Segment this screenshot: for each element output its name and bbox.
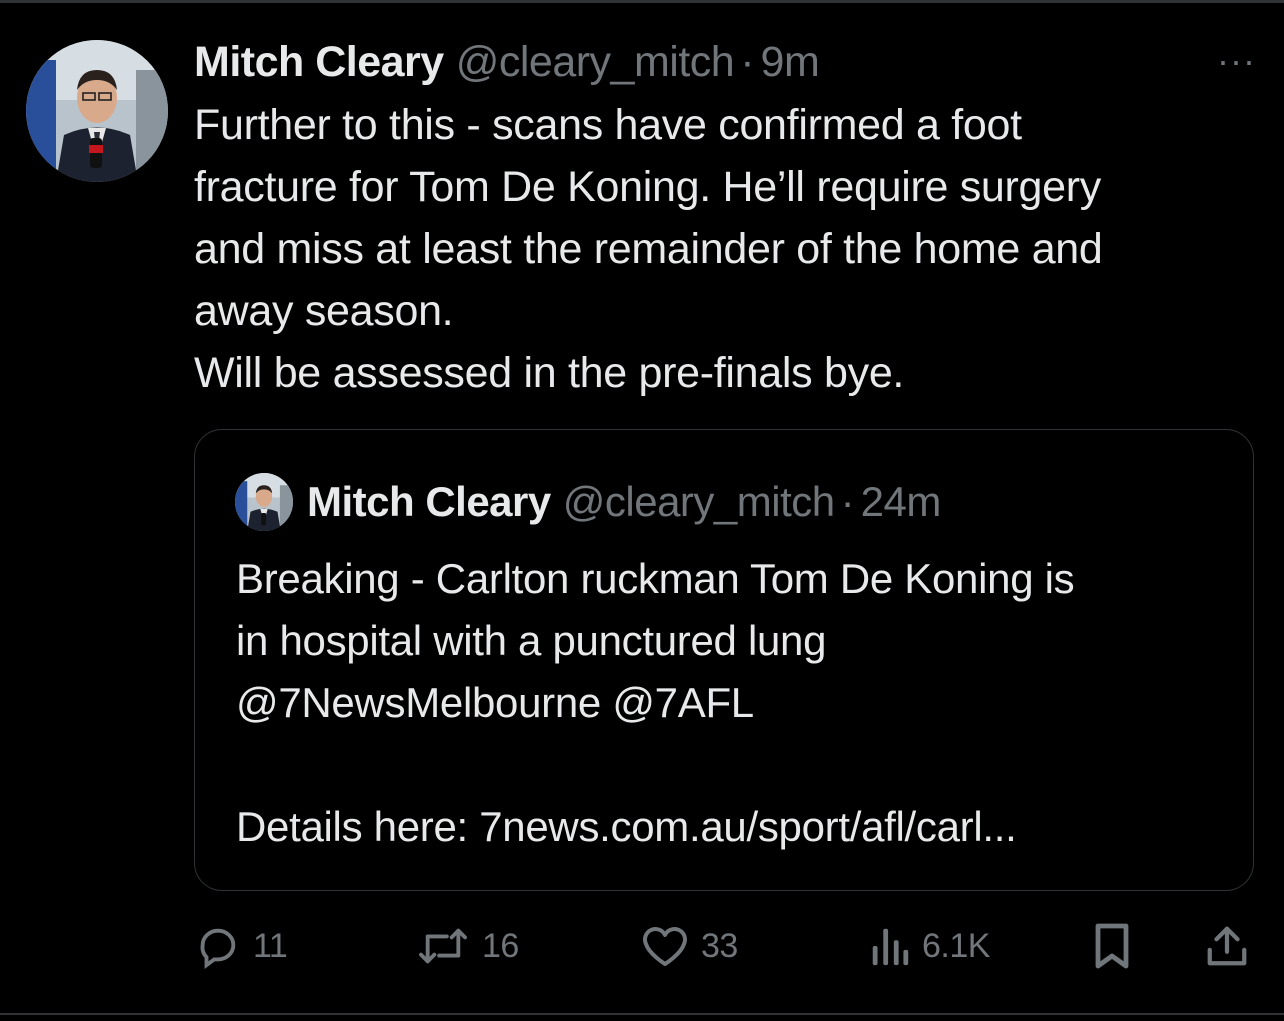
tweet-text-line: fracture for Tom De Koning. He’ll requir…: [194, 163, 1102, 211]
tweet-action-bar: 11 16 33 6.1K: [0, 918, 1284, 974]
like-count: 33: [701, 926, 738, 965]
quoted-text-line: Details here: 7news.com.au/sport/afl/car…: [236, 803, 1017, 850]
quoted-author-handle: @cleary_mitch: [562, 478, 835, 525]
views-button[interactable]: 6.1K: [870, 918, 990, 974]
share-icon: [1204, 922, 1250, 970]
quoted-text-line: @7NewsMelbourne @7AFL: [236, 679, 754, 726]
quoted-text-line: [236, 734, 1236, 796]
tweet-header: Mitch Cleary @cleary_mitch · 9m: [194, 34, 1256, 90]
quoted-author-name: Mitch Cleary: [307, 478, 551, 525]
share-button[interactable]: [1204, 918, 1250, 974]
tweet-text: Further to this - scans have confirmed a…: [194, 94, 1256, 404]
tweet[interactable]: Mitch Cleary @cleary_mitch · 9m ··· Furt…: [194, 34, 1256, 404]
quoted-text-line: Breaking - Carlton ruckman Tom De Koning…: [236, 555, 1075, 602]
repost-count: 16: [482, 926, 519, 965]
repost-button[interactable]: 16: [416, 918, 519, 974]
top-divider: [0, 0, 1284, 3]
tweet-text-line: Will be assessed in the pre-finals bye.: [194, 349, 905, 397]
reply-icon: [195, 923, 241, 969]
bottom-divider: [0, 1013, 1284, 1015]
author-avatar[interactable]: [26, 40, 168, 182]
tweet-time[interactable]: 9m: [761, 38, 820, 87]
more-icon[interactable]: ···: [1217, 43, 1256, 79]
like-button[interactable]: 33: [641, 918, 738, 974]
quoted-separator-dot: ·: [840, 478, 855, 525]
author-name[interactable]: Mitch Cleary: [194, 38, 444, 87]
repost-icon: [416, 923, 470, 969]
bookmark-icon: [1090, 922, 1134, 970]
quoted-text-line: in hospital with a punctured lung: [236, 617, 827, 664]
reply-count: 11: [253, 926, 288, 965]
quoted-tweet-text: Breaking - Carlton ruckman Tom De Koning…: [236, 548, 1236, 858]
separator-dot: ·: [740, 37, 755, 86]
tweet-text-line: and miss at least the remainder of the h…: [194, 225, 1103, 273]
bookmark-button[interactable]: [1090, 918, 1134, 974]
quoted-tweet-time: 24m: [860, 478, 942, 525]
reply-button[interactable]: 11: [195, 918, 288, 974]
views-icon: [870, 923, 910, 969]
views-count: 6.1K: [922, 926, 990, 965]
quoted-tweet-header: Mitch Cleary @cleary_mitch · 24m: [235, 472, 941, 532]
tweet-text-line: Further to this - scans have confirmed a…: [194, 101, 1022, 149]
like-icon: [641, 923, 689, 969]
quoted-author-avatar: [235, 473, 293, 531]
quoted-tweet-card[interactable]: Mitch Cleary @cleary_mitch · 24m Breakin…: [194, 429, 1254, 891]
tweet-text-line: away season.: [194, 287, 454, 335]
author-handle[interactable]: @cleary_mitch: [456, 38, 735, 87]
